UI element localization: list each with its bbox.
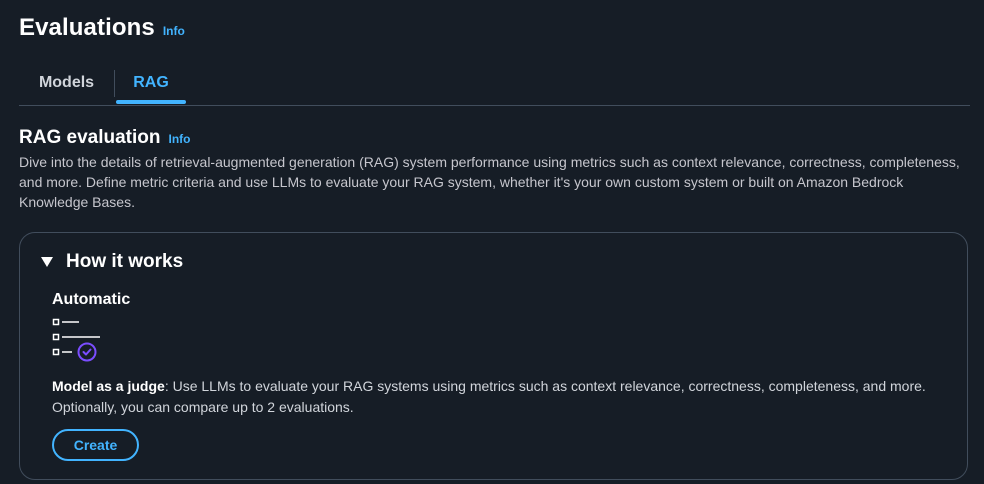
section-info-link[interactable]: Info	[168, 132, 190, 146]
section-title: RAG evaluation	[19, 127, 161, 148]
option-description-bold: Model as a judge	[52, 378, 165, 394]
page-title: Evaluations	[19, 14, 155, 41]
option-description: Model as a judge: Use LLMs to evaluate y…	[52, 376, 952, 418]
option-description-text: : Use LLMs to evaluate your RAG systems …	[52, 378, 926, 415]
how-it-works-card: How it works Automatic Model as a judge:…	[19, 232, 968, 480]
page-header: Evaluations Info	[19, 14, 185, 42]
caret-down-icon	[41, 257, 53, 267]
active-tab-indicator	[116, 100, 186, 104]
checklist-icon	[52, 318, 100, 362]
tab-models[interactable]: Models	[19, 62, 114, 104]
how-it-works-expander[interactable]: How it works	[41, 251, 183, 273]
tab-rag[interactable]: RAG	[116, 62, 186, 104]
option-title: Automatic	[52, 291, 131, 308]
how-it-works-title: How it works	[66, 251, 184, 272]
evaluation-tabs: Models RAG	[19, 62, 970, 106]
create-button[interactable]: Create	[52, 429, 139, 461]
section-description: Dive into the details of retrieval-augme…	[19, 154, 960, 210]
tab-divider	[114, 70, 115, 97]
section-header: RAG evaluation Info	[19, 127, 190, 149]
page-info-link[interactable]: Info	[163, 24, 185, 38]
evaluations-page: Evaluations Info Models RAG RAG evaluati…	[0, 0, 984, 484]
